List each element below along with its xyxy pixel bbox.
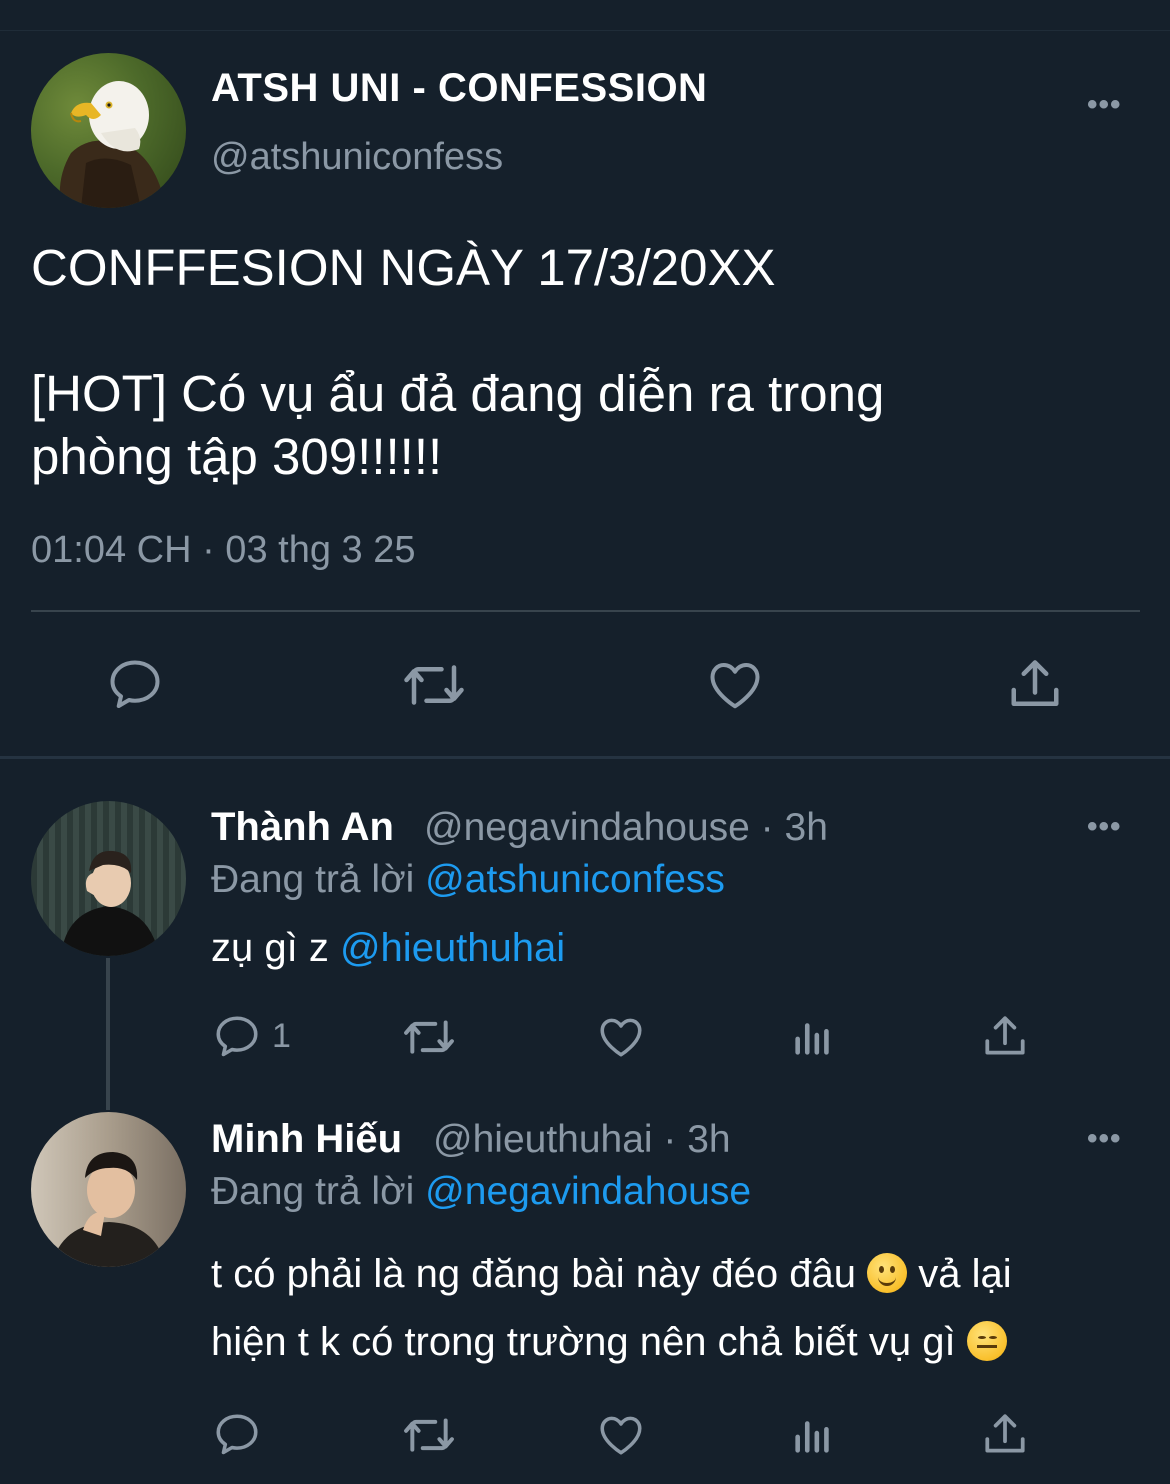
top-bar [0, 0, 1170, 31]
reply-icon[interactable] [104, 655, 166, 715]
reply-text-content: zụ gì z [211, 926, 340, 970]
reply-author-name[interactable]: Minh Hiếu [211, 1117, 402, 1162]
replying-to-line: Đang trả lời @atshuniconfess [211, 858, 725, 902]
tweet-text-line: CONFFESION NGÀY 17/3/20XX [31, 239, 776, 296]
reply-handle-time[interactable]: @hieuthuhai · 3h [433, 1118, 731, 1162]
retweet-icon[interactable] [400, 1012, 458, 1062]
like-icon[interactable] [596, 1410, 646, 1460]
confounded-face-icon [966, 1321, 1007, 1361]
section-separator [0, 756, 1170, 759]
reply-author-name[interactable]: Thành An [211, 805, 394, 850]
replying-to-line: Đang trả lời @negavindahouse [211, 1170, 751, 1214]
reply-text-content: t có phải là ng đăng bài này đéo đâu [211, 1252, 856, 1296]
mention-link[interactable]: @hieuthuhai [340, 926, 565, 970]
slightly-smiling-face-icon [867, 1253, 908, 1293]
reply-icon[interactable] [212, 1012, 262, 1062]
like-icon[interactable] [596, 1012, 646, 1062]
reply-icon[interactable] [212, 1410, 262, 1460]
author-avatar[interactable] [31, 53, 186, 208]
more-options-icon[interactable]: ••• [1087, 810, 1122, 844]
replying-to-mention[interactable]: @negavindahouse [425, 1170, 751, 1213]
more-options-icon[interactable]: ••• [1087, 88, 1122, 122]
reply-handle-time[interactable]: @negavindahouse · 3h [424, 806, 828, 850]
tweet-timestamp[interactable]: 01:04 CH · 03 thg 3 25 [31, 529, 415, 572]
tweet-text: CONFFESION NGÀY 17/3/20XX [HOT] Có vụ ẩu… [31, 236, 1131, 488]
reply-text-content: vả lại [918, 1252, 1012, 1296]
share-icon[interactable] [980, 1012, 1030, 1062]
reply-text-content: hiện t k có trong trường nên chả biết vụ… [211, 1320, 956, 1364]
person-photo-icon [61, 850, 159, 956]
divider [31, 610, 1140, 612]
share-icon[interactable] [1005, 655, 1065, 715]
retweet-icon[interactable] [400, 655, 468, 715]
share-icon[interactable] [980, 1410, 1030, 1460]
reply-avatar[interactable] [31, 801, 186, 956]
tweet-text-line: phòng tập 309!!!!!! [31, 428, 443, 485]
reply-avatar[interactable] [31, 1112, 186, 1267]
reply-text: zụ gì z @hieuthuhai [211, 914, 565, 982]
person-photo-icon [51, 1152, 166, 1267]
reply-text-line: hiện t k có trong trường nên chả biết vụ… [211, 1308, 1007, 1376]
replying-prefix: Đang trả lời [211, 1170, 415, 1213]
author-handle[interactable]: @atshuniconfess [211, 136, 503, 179]
reply-text-line: t có phải là ng đăng bài này đéo đâu vả … [211, 1240, 1012, 1308]
analytics-icon[interactable] [790, 1014, 836, 1060]
analytics-icon[interactable] [790, 1412, 836, 1458]
replying-to-mention[interactable]: @atshuniconfess [425, 858, 725, 901]
replying-prefix: Đang trả lời [211, 858, 415, 901]
like-icon[interactable] [705, 655, 765, 715]
reply-count: 1 [272, 1017, 291, 1055]
thread-line [106, 958, 110, 1110]
author-name[interactable]: ATSH UNI - CONFESSION [211, 66, 707, 111]
bald-eagle-icon [59, 81, 166, 208]
more-options-icon[interactable]: ••• [1087, 1122, 1122, 1156]
tweet-text-line: [HOT] Có vụ ẩu đả đang diễn ra trong [31, 365, 885, 422]
retweet-icon[interactable] [400, 1410, 458, 1460]
